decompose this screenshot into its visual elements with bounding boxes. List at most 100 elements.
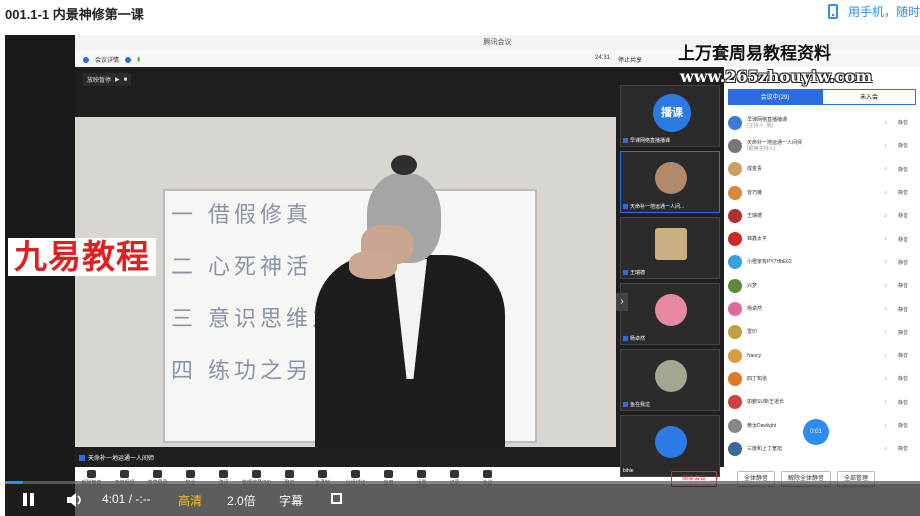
pause-icon[interactable]: [23, 493, 35, 506]
stop-share-button[interactable]: 停止共享: [618, 55, 642, 64]
mic-icon[interactable]: ♪: [884, 376, 898, 382]
participant-avatar: [728, 138, 742, 153]
participant-avatar: [728, 441, 742, 456]
participant-name: 三度和上丁宽旭: [747, 446, 884, 452]
participant-row[interactable]: 兴梦 ♪ 静音: [728, 274, 916, 297]
participant-name-text: Nancy: [747, 352, 762, 359]
participant-avatar: [728, 278, 742, 293]
participant-row[interactable]: 早课网络直播播课 (主持人, 我) ♪ 静音: [728, 111, 916, 134]
mute-button[interactable]: 静音: [898, 166, 916, 173]
participant-row[interactable]: 曾巧娥 ♪ 静音: [728, 181, 916, 204]
thumbnail[interactable]: bihle: [620, 415, 720, 477]
subtitle-button[interactable]: 字幕: [279, 492, 303, 509]
participant-video: [655, 162, 687, 194]
mute-button[interactable]: 静音: [898, 189, 916, 196]
participant-name-text: 成金贵: [747, 166, 763, 173]
thumbnail[interactable]: 杨卓然: [620, 283, 720, 345]
stop-icon[interactable]: ■: [124, 77, 128, 83]
fullscreen-icon[interactable]: [331, 493, 342, 504]
mute-button[interactable]: 静音: [898, 142, 916, 149]
mute-button[interactable]: 静音: [898, 399, 916, 406]
volume-icon[interactable]: [67, 493, 83, 512]
play-icon[interactable]: ▶: [115, 76, 120, 83]
chevron-right-icon[interactable]: ›: [616, 293, 628, 311]
thumbnail-name: 鱼在我這: [630, 402, 651, 408]
mic-icon[interactable]: ♪: [884, 213, 898, 219]
participant-name: 小橙家有PY7HbE62: [747, 259, 884, 265]
thumbnail[interactable]: 鱼在我這: [620, 349, 720, 411]
mic-icon[interactable]: ♪: [884, 166, 898, 172]
participant-row[interactable]: 锦鑫太平 ♪ 静音: [728, 227, 916, 250]
mute-button[interactable]: 静音: [898, 119, 916, 126]
mic-icon[interactable]: ♪: [884, 399, 898, 405]
mute-button[interactable]: 静音: [898, 236, 916, 243]
progress-bar[interactable]: [5, 481, 920, 484]
quality-button[interactable]: 高清: [178, 492, 202, 509]
meeting-info-label[interactable]: 会议详情: [95, 55, 119, 64]
teacher-video: 一 借假修真 二 心死神活 三 意识思维之 四 练功之另: [75, 117, 616, 447]
mic-icon[interactable]: ♪: [884, 143, 898, 149]
participant-row[interactable]: Nancy ♪ 静音: [728, 344, 916, 367]
board-line-4: 四 练功之另: [171, 359, 312, 384]
participant-role: (主持人, 我): [747, 122, 774, 129]
share-chip-label: 放映暂停: [87, 78, 112, 84]
mobile-link[interactable]: 用手机，随时: [827, 3, 920, 20]
participant-name: 如鹏SU新王道长: [747, 399, 884, 405]
mute-button[interactable]: 静音: [898, 306, 916, 313]
video-player[interactable]: 腾讯会议 会议详情 ▮ 24:31 停止共享 放映暂停 ▶ ■ 一 借假修真 二…: [5, 35, 920, 516]
thumbnail[interactable]: 播课 早课网络直播播课: [620, 85, 720, 147]
mic-icon[interactable]: ♪: [884, 283, 898, 289]
mute-button[interactable]: 静音: [898, 375, 916, 382]
participant-row[interactable]: 如鹏SU新王道长 ♪ 静音: [728, 391, 916, 414]
participant-row[interactable]: 雪印 ♪ 静音: [728, 321, 916, 344]
mic-icon[interactable]: ♪: [884, 306, 898, 312]
mic-icon[interactable]: ♪: [884, 120, 898, 126]
participant-row[interactable]: 小橙家有PY7HbE62 ♪ 静音: [728, 251, 916, 274]
participant-row[interactable]: 杨卓然 ♪ 静音: [728, 297, 916, 320]
mute-button[interactable]: 静音: [898, 212, 916, 219]
mic-icon[interactable]: ♪: [884, 190, 898, 196]
mute-button[interactable]: 静音: [898, 282, 916, 289]
participants-panel: 会议中(29) 未入会 早课网络直播播课 (主持人, 我) ♪ 静音 天命补一地运通一人…: [724, 67, 920, 467]
participant-row[interactable]: 四丁知道 ♪ 静音: [728, 367, 916, 390]
floating-badge[interactable]: 0:01: [803, 419, 829, 445]
mic-icon[interactable]: ♪: [884, 236, 898, 242]
tab-in-meeting[interactable]: 会议中(29): [728, 89, 822, 105]
mic-icon: [623, 138, 628, 143]
participant-avatar: [728, 302, 742, 317]
participant-name-text: 小橙家有PY7HbE62: [747, 259, 792, 266]
participant-name: Nancy: [747, 353, 884, 359]
participant-avatar: [728, 418, 742, 433]
mic-icon[interactable]: ♪: [884, 329, 898, 335]
participant-row[interactable]: 成金贵 ♪ 静音: [728, 158, 916, 181]
participant-row[interactable]: 天命补一地运通一人间师 (联席主持人) ♪ 静音: [728, 134, 916, 157]
speed-button[interactable]: 2.0倍: [227, 492, 256, 509]
toolbar-icon: [483, 470, 492, 478]
speaker-tag: 天命补一地运通一人间师: [79, 453, 154, 462]
mute-button[interactable]: 静音: [898, 352, 916, 359]
participant-row[interactable]: 王瑞德 ♪ 静音: [728, 204, 916, 227]
mic-icon[interactable]: ♪: [884, 446, 898, 452]
tab-not-joined[interactable]: 未入会: [822, 89, 916, 105]
participant-name-text: 如鹏SU新王道长: [747, 399, 784, 406]
mic-icon[interactable]: ♪: [884, 353, 898, 359]
phone-icon: [827, 4, 838, 19]
participant-name: 早课网络直播播课 (主持人, 我): [747, 117, 884, 129]
thumbnail[interactable]: 天命补一地运通一人间...: [620, 151, 720, 213]
participant-avatar: [655, 294, 687, 326]
thumbnail-name: 天命补一地运通一人间...: [630, 204, 685, 210]
mic-icon[interactable]: ♪: [884, 423, 898, 429]
mute-button[interactable]: 静音: [898, 259, 916, 266]
meeting-window: 腾讯会议 会议详情 ▮ 24:31 停止共享 放映暂停 ▶ ■ 一 借假修真 二…: [75, 35, 920, 516]
live-class-logo: 播课: [653, 94, 691, 132]
mic-icon: [623, 336, 628, 341]
thumbnail[interactable]: 王瑞德: [620, 217, 720, 279]
mute-button[interactable]: 静音: [898, 445, 916, 452]
mute-button[interactable]: 静音: [898, 329, 916, 336]
participant-name: 天命补一地运通一人间师 (联席主持人): [747, 140, 884, 152]
participant-role: (联席主持人): [747, 145, 776, 152]
mic-icon[interactable]: ♪: [884, 259, 898, 265]
meeting-timer: 24:31: [595, 55, 611, 61]
mute-button[interactable]: 静音: [898, 422, 916, 429]
toolbar-icon: [120, 470, 129, 478]
